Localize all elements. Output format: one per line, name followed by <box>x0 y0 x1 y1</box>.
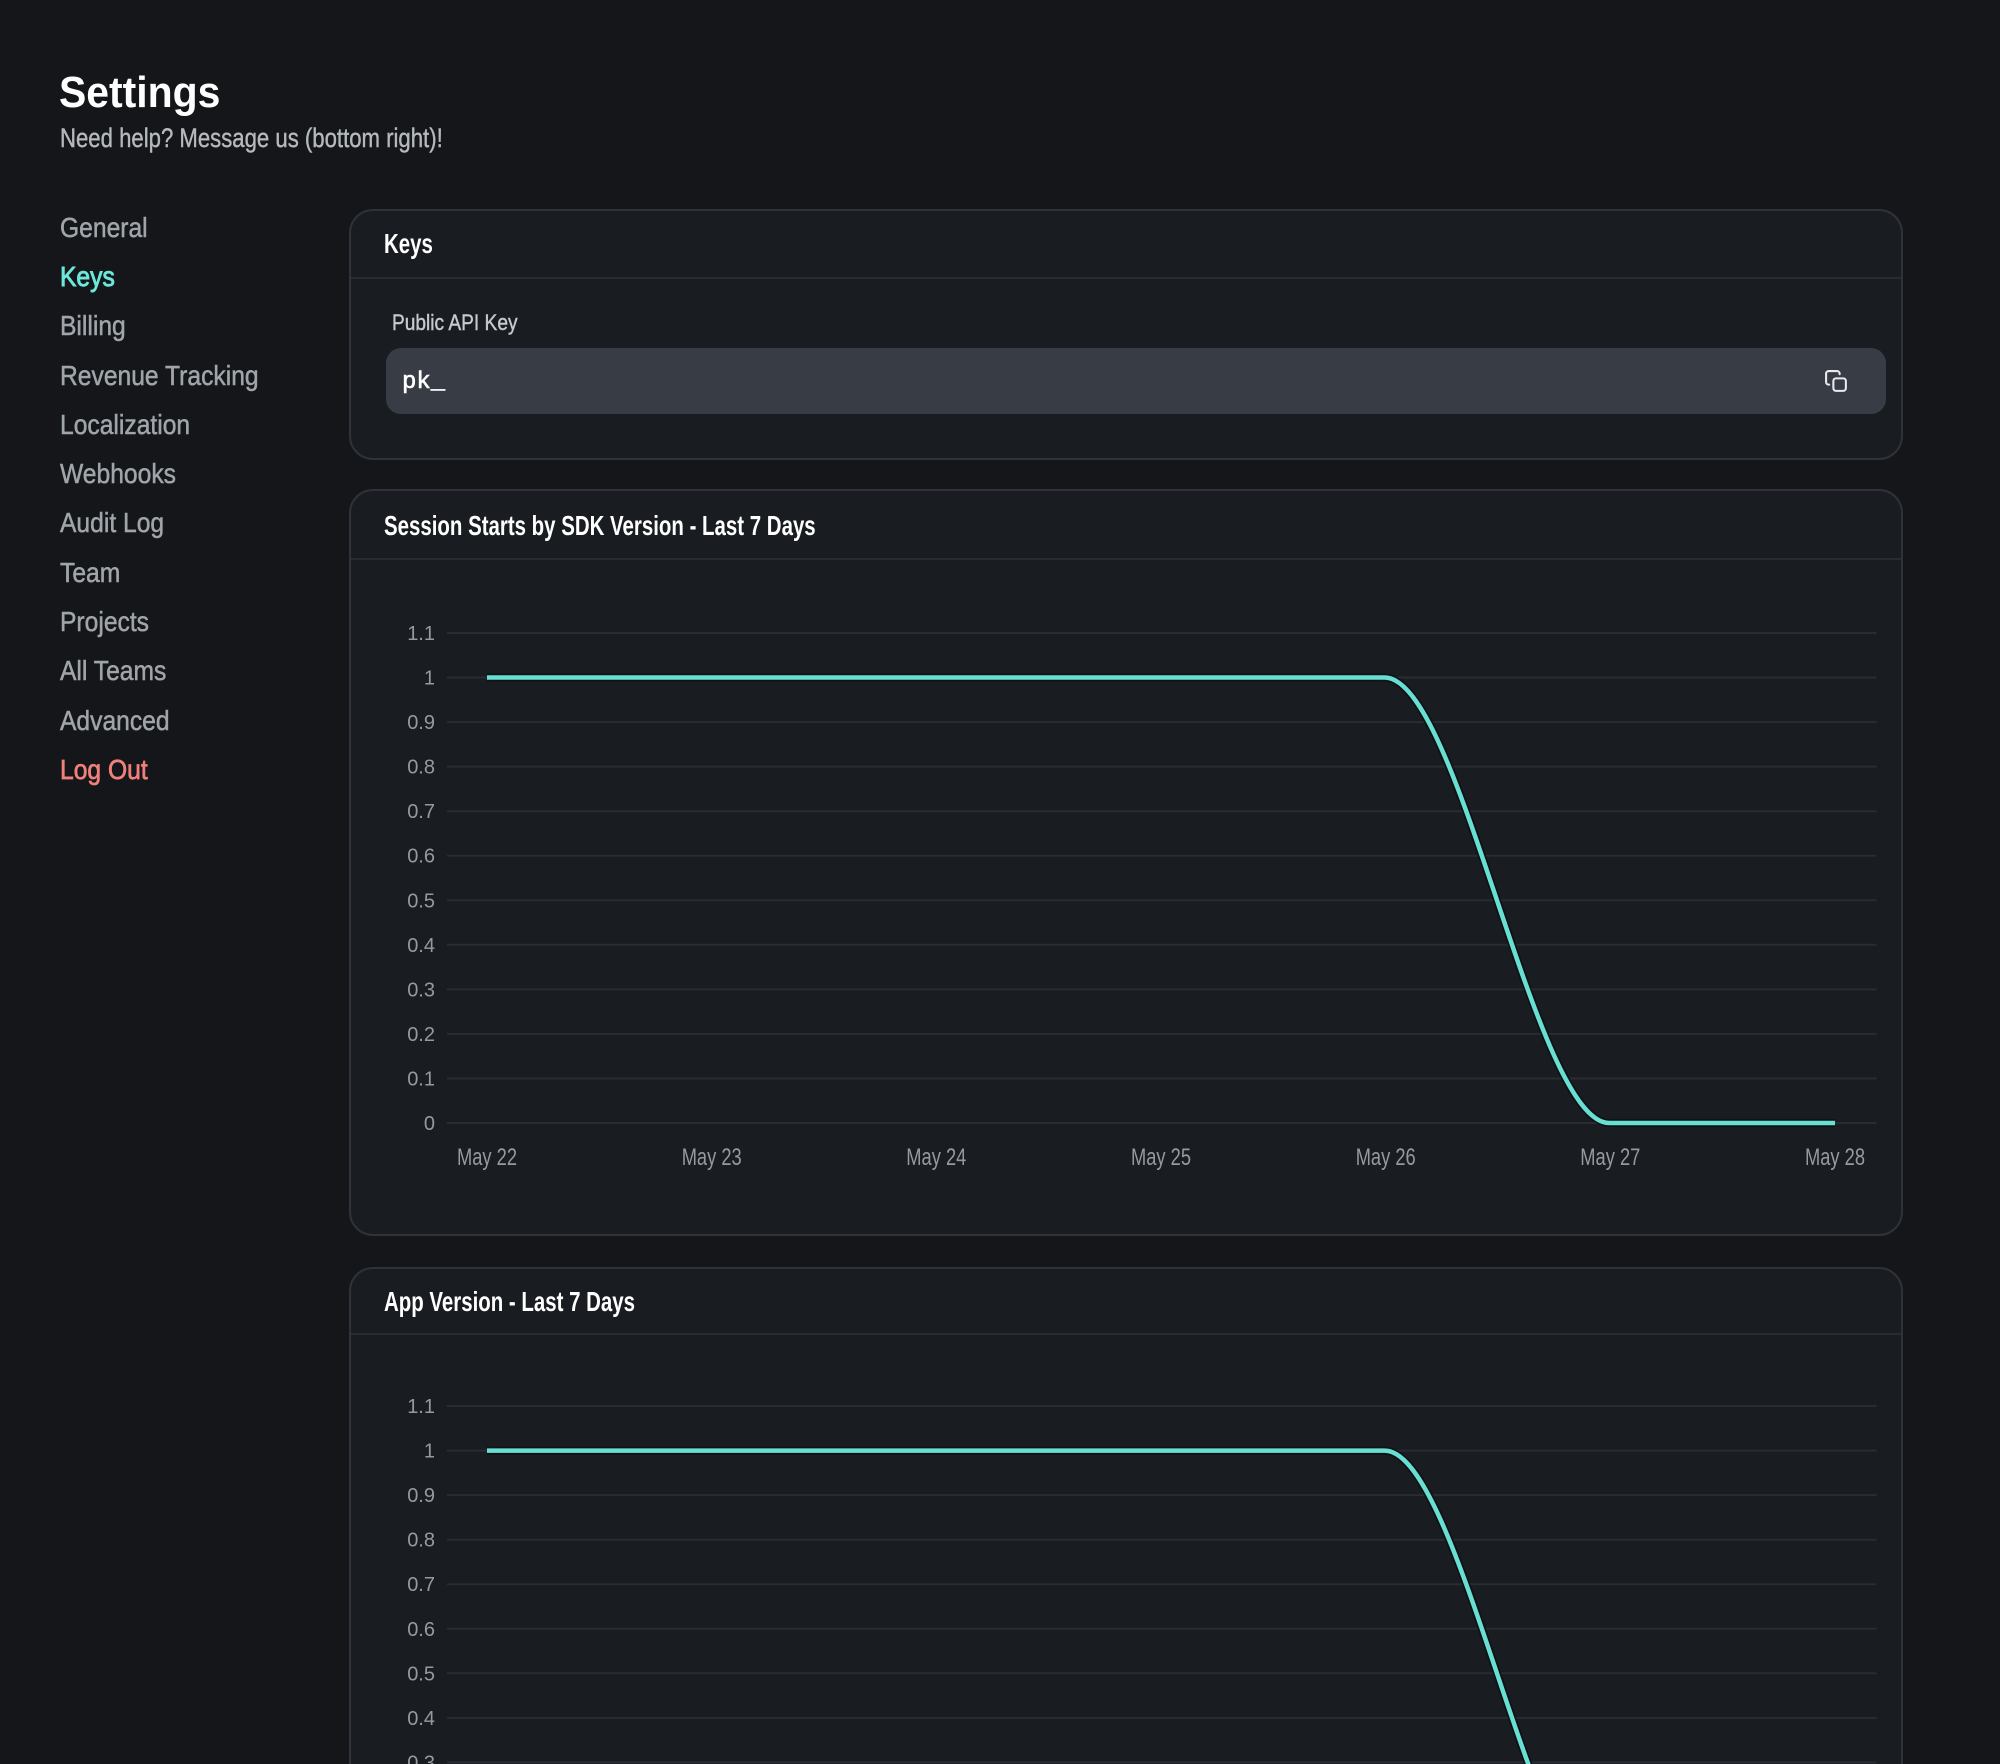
svg-text:0.8: 0.8 <box>407 757 435 779</box>
svg-text:0.7: 0.7 <box>407 1574 435 1596</box>
svg-text:0.1: 0.1 <box>407 1069 435 1091</box>
svg-text:0.9: 0.9 <box>407 1485 435 1507</box>
svg-text:May 23: May 23 <box>682 1144 742 1171</box>
svg-text:May 24: May 24 <box>906 1144 966 1171</box>
svg-text:0.6: 0.6 <box>407 846 435 868</box>
svg-text:1.1: 1.1 <box>407 623 435 645</box>
svg-text:1: 1 <box>424 1441 435 1463</box>
svg-text:1: 1 <box>424 668 435 690</box>
svg-text:0.2: 0.2 <box>407 1024 435 1046</box>
svg-text:0.4: 0.4 <box>407 1708 435 1730</box>
svg-text:0.3: 0.3 <box>407 979 435 1001</box>
svg-text:0.5: 0.5 <box>407 890 435 912</box>
svg-text:May 22: May 22 <box>457 1144 517 1171</box>
svg-text:0.6: 0.6 <box>407 1619 435 1641</box>
svg-text:0.9: 0.9 <box>407 712 435 734</box>
svg-text:May 26: May 26 <box>1356 1144 1416 1171</box>
svg-text:0.3: 0.3 <box>407 1752 435 1764</box>
svg-text:0: 0 <box>424 1113 435 1135</box>
svg-text:May 27: May 27 <box>1580 1144 1640 1171</box>
svg-text:0.4: 0.4 <box>407 935 435 957</box>
svg-text:May 28: May 28 <box>1805 1144 1865 1171</box>
svg-text:0.8: 0.8 <box>407 1530 435 1552</box>
svg-text:1.1: 1.1 <box>407 1396 435 1418</box>
svg-text:May 25: May 25 <box>1131 1144 1191 1171</box>
svg-text:0.7: 0.7 <box>407 801 435 823</box>
svg-text:0.5: 0.5 <box>407 1663 435 1685</box>
